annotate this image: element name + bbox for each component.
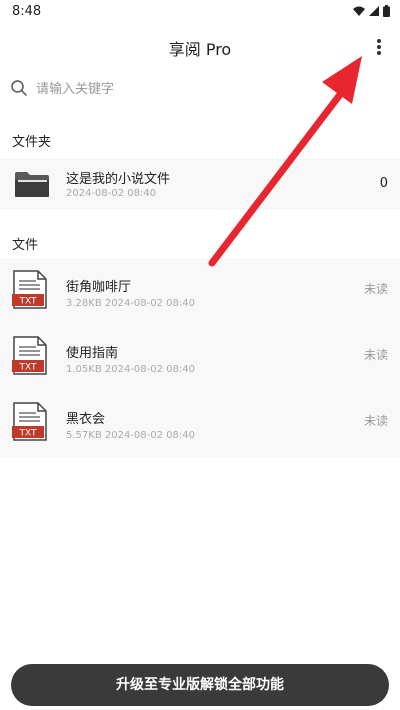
more-options-button[interactable]: [364, 32, 394, 62]
app-title: 享阅 Pro: [168, 40, 232, 59]
app-bar: 享阅 Pro: [0, 24, 400, 70]
file-status: 未读: [363, 414, 388, 428]
folder-name: 这是我的小说文件: [66, 172, 171, 187]
signal-icon: [369, 6, 379, 16]
search-bar: [0, 70, 400, 108]
status-time: 8:48: [12, 4, 42, 19]
file-status: 未读: [363, 282, 388, 296]
file-meta: 1.05KB 2024-08-02 08:40: [66, 364, 195, 375]
search-input[interactable]: [36, 76, 376, 102]
folder-count: 0: [379, 176, 388, 191]
file-meta: 3.28KB 2024-08-02 08:40: [66, 298, 195, 309]
txt-label: TXT: [18, 363, 37, 373]
file-name: 街角咖啡厅: [66, 280, 132, 295]
txt-file-icon: TXT: [12, 402, 47, 441]
file-list: TXT 街角咖啡厅 3.28KB 2024-08-02 08:40 未读 TXT…: [0, 258, 400, 457]
files-section-title: 文件: [12, 238, 39, 253]
txt-file-icon: TXT: [12, 270, 47, 309]
battery-icon: [383, 5, 390, 17]
search-icon: [11, 80, 27, 96]
upgrade-pro-button[interactable]: 升级至专业版解锁全部功能: [11, 664, 389, 706]
folder-icon: [15, 172, 49, 197]
folder-item[interactable]: 这是我的小说文件 2024-08-02 08:40 0: [0, 158, 400, 210]
txt-label: TXT: [18, 429, 37, 439]
file-name: 黑衣会: [66, 412, 106, 427]
file-meta: 5.57KB 2024-08-02 08:40: [66, 430, 195, 441]
file-item[interactable]: TXT 街角咖啡厅 3.28KB 2024-08-02 08:40 未读: [0, 258, 400, 324]
wifi-icon: [353, 6, 365, 16]
file-item[interactable]: TXT 使用指南 1.05KB 2024-08-02 08:40 未读: [0, 324, 400, 390]
folders-section-title: 文件夹: [12, 135, 52, 150]
status-icons: [353, 5, 390, 17]
folder-date: 2024-08-02 08:40: [66, 188, 157, 199]
txt-file-icon: TXT: [12, 336, 47, 375]
file-item[interactable]: TXT 黑衣会 5.57KB 2024-08-02 08:40 未读: [0, 390, 400, 456]
file-name: 使用指南: [66, 346, 119, 361]
more-vert-icon: [377, 39, 381, 55]
txt-label: TXT: [18, 297, 37, 307]
status-bar: 8:48: [0, 0, 400, 24]
file-status: 未读: [363, 348, 388, 362]
